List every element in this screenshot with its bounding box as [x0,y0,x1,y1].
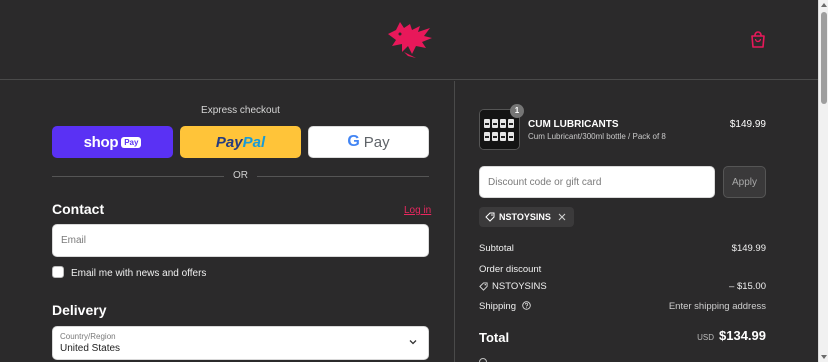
or-divider: OR [52,170,429,182]
discount-code-row: NSTOYSINS – $15.00 [479,281,766,292]
total-label: Total [479,330,510,345]
total-amount: $134.99 [719,328,766,343]
scroll-up-arrow-icon[interactable] [821,3,827,7]
apply-discount-button[interactable]: Apply [723,166,766,198]
order-discount-label: Order discount [479,264,542,275]
newsletter-checkbox[interactable] [52,266,64,278]
discount-value: – $15.00 [729,281,766,292]
login-link[interactable]: Log in [404,205,431,216]
scroll-down-arrow-icon[interactable] [821,355,827,359]
subtotal-value: $149.99 [731,243,766,254]
order-summary: 1 CUM LUBRICANTS Cum Lubricant/300ml bot… [456,81,818,362]
delivery-heading: Delivery [52,302,107,318]
applied-code-label: NSTOYSINS [499,212,551,222]
dragon-logo-icon[interactable] [386,18,434,60]
shipping-value: Enter shipping address [668,301,766,312]
country-select[interactable]: Country/Region United States [52,326,429,360]
discount-code-info: NSTOYSINS [479,281,766,292]
quantity-badge: 1 [510,104,524,118]
applied-discount-tag: NSTOYSINS [479,207,574,227]
info-icon [479,358,487,362]
google-pay-button[interactable]: G Pay [308,126,429,158]
country-field-label: Country/Region [60,332,116,341]
discount-code-input[interactable] [479,166,715,198]
subtotal-row: Subtotal $149.99 [479,243,766,254]
total-value-group: USD $134.99 [697,328,766,343]
shipping-label: Shipping [479,301,516,312]
country-value: United States [60,343,121,354]
help-icon[interactable] [521,301,531,310]
total-row: Total USD $134.99 [479,328,766,347]
divider-line [257,176,429,177]
express-checkout-title: Express checkout [201,105,280,116]
order-discount-row: Order discount [479,264,766,275]
shipping-row: Shipping Enter shipping address [479,301,766,312]
shop-pay-logo-text: shop [83,133,119,151]
discount-code-label: NSTOYSINS [492,281,547,292]
newsletter-label: Email me with news and offers [71,268,207,279]
tag-icon [485,212,495,222]
google-g-icon: G [347,133,360,150]
paypal-logo: PayPal [215,133,266,151]
shop-pay-button[interactable]: shop Pay [52,126,173,158]
checkout-form: Express checkout shop Pay PayPal G Pay O… [0,81,455,362]
contact-heading: Contact [52,201,105,217]
scrollbar-thumb[interactable] [821,12,827,104]
product-variant: Cum Lubricant/300ml bottle / Pack of 8 [528,132,666,141]
checkout-page: Express checkout shop Pay PayPal G Pay O… [0,0,828,362]
shop-pay-badge: Pay [121,136,142,148]
chevron-down-icon [409,340,417,345]
header [0,0,818,80]
subtotal-label: Subtotal [479,243,514,254]
product-name: CUM LUBRICANTS [528,119,619,130]
page-scrollbar[interactable] [818,0,828,362]
tag-icon [479,282,488,291]
currency-code: USD [697,333,714,342]
google-pay-logo: G Pay [347,133,390,151]
close-icon[interactable] [558,213,566,221]
email-field[interactable] [52,224,429,257]
product-price: $149.99 [729,119,766,130]
shopping-bag-icon[interactable] [750,31,766,49]
paypal-button[interactable]: PayPal [180,126,301,158]
